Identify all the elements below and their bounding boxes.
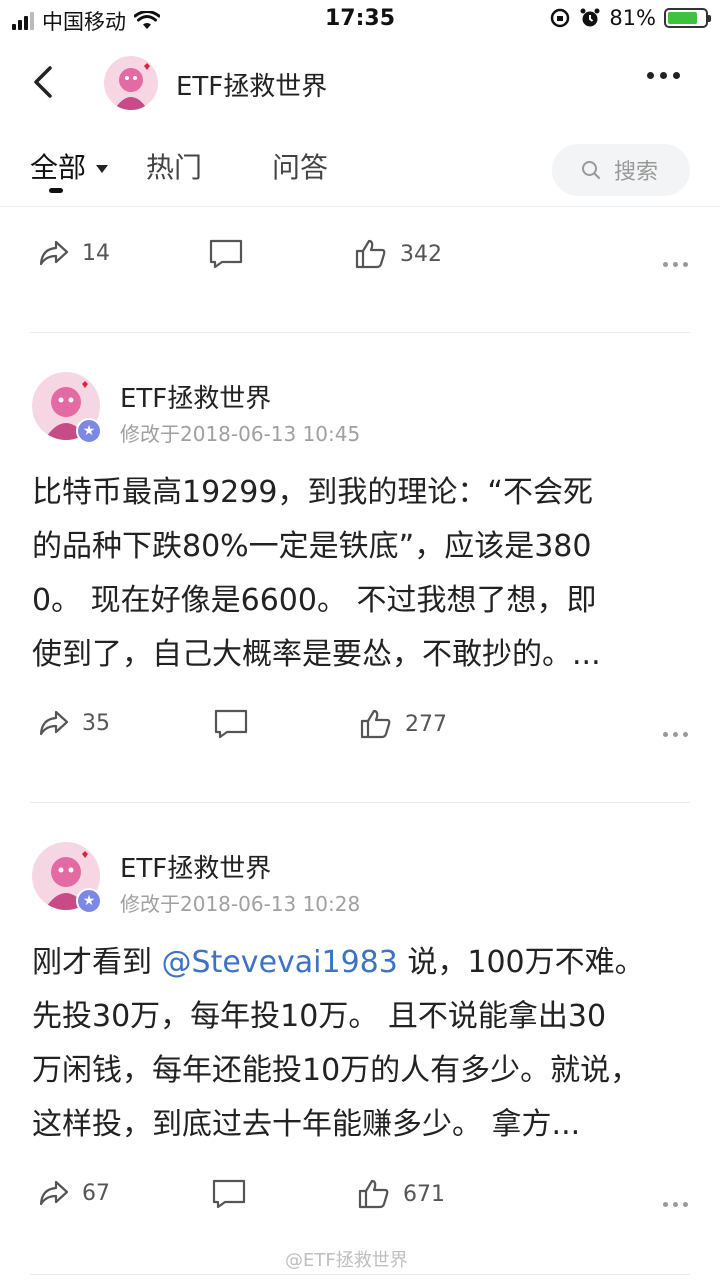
like-button[interactable]: 671 (357, 1178, 445, 1210)
tab-bar: 全部 热门 问答 搜索 (0, 128, 720, 207)
share-button[interactable]: 14 (38, 238, 110, 268)
like-button[interactable]: 342 (354, 238, 442, 270)
orientation-lock-icon (551, 8, 570, 28)
post-actions: 67 671 (0, 1178, 720, 1238)
watermark: @ETF拯救世界 (285, 1250, 408, 1271)
like-count: 277 (405, 711, 447, 737)
user-mention-link[interactable]: @Stevevai1983 (162, 945, 398, 980)
post-line: 比特币最高19299，到我的理论：“不会死 (32, 475, 593, 510)
caret-down-icon (96, 165, 109, 173)
post-body[interactable]: 比特币最高19299，到我的理论：“不会死 的品种下跌80%一定是铁底”，应该是… (32, 466, 692, 682)
tab-all-label: 全部 (30, 151, 87, 184)
post-text: 说，100万不难。 (397, 945, 645, 980)
post-line: 使到了，自己大概率是要怂，不敢抄的。... (32, 637, 601, 672)
back-arrow-icon[interactable] (28, 62, 64, 102)
divider (30, 802, 690, 803)
thumbs-up-icon (360, 709, 391, 739)
like-button[interactable]: 277 (359, 708, 447, 740)
comment-icon (212, 1179, 246, 1209)
author-name[interactable]: ETF拯救世界 (120, 378, 271, 415)
comment-button[interactable] (208, 238, 244, 270)
share-icon (39, 710, 69, 736)
post-line: 0。 现在好像是6600。 不过我想了想，即 (32, 583, 597, 618)
post-timestamp: 修改于2018-06-13 10:28 (120, 892, 361, 916)
like-count: 671 (403, 1181, 445, 1207)
page-title: ETF拯救世界 (176, 72, 328, 102)
battery-percent: 81% (609, 6, 656, 30)
search-placeholder: 搜索 (614, 160, 659, 185)
thumbs-up-icon (355, 239, 386, 269)
share-count: 67 (82, 1180, 110, 1206)
comment-icon (214, 709, 248, 739)
more-icon[interactable] (647, 72, 680, 79)
verified-badge-icon: ★ (76, 888, 102, 914)
divider (30, 1274, 690, 1275)
share-count: 35 (82, 710, 110, 736)
post-line: 的品种下跌80%一定是铁底”，应该是380 (32, 529, 592, 564)
verified-badge-icon: ★ (76, 418, 102, 444)
thumbs-up-icon (358, 1179, 389, 1209)
share-count: 14 (82, 240, 110, 266)
divider (30, 332, 690, 333)
post-timestamp: 修改于2018-06-13 10:45 (120, 422, 361, 446)
battery-icon (664, 8, 711, 28)
post-line: 这样投，到底过去十年能赚多少。 拿方... (32, 1107, 581, 1142)
comment-icon (209, 239, 243, 269)
status-bar: 中国移动 17:35 81% (0, 0, 720, 40)
post-text: 刚才看到 (32, 945, 162, 980)
tab-hot[interactable]: 热门 (146, 146, 202, 186)
tab-all[interactable]: 全部 (30, 146, 109, 186)
author-name[interactable]: ETF拯救世界 (120, 848, 271, 885)
avatar[interactable] (104, 56, 158, 110)
search-icon (582, 161, 600, 179)
like-count: 342 (400, 241, 442, 267)
tab-indicator (49, 188, 63, 193)
post-body[interactable]: 刚才看到 @Stevevai1983 说，100万不难。 先投30万，每年投10… (32, 936, 692, 1152)
nav-bar: ETF拯救世界 (0, 40, 720, 124)
post-line: 万闲钱，每年还能投10万的人有多少。就说， (32, 1053, 641, 1088)
post-line: 先投30万，每年投10万。 且不说能拿出30 (32, 999, 607, 1034)
share-icon (39, 1180, 69, 1206)
more-options-icon[interactable] (663, 1202, 688, 1207)
share-button[interactable]: 35 (38, 708, 110, 738)
more-options-icon[interactable] (663, 732, 688, 737)
post-header: ★ ETF拯救世界 修改于2018-06-13 10:45 (0, 372, 720, 452)
post-header: ★ ETF拯救世界 修改于2018-06-13 10:28 (0, 842, 720, 922)
post-actions: 35 277 (0, 708, 720, 768)
search-input[interactable]: 搜索 (552, 144, 690, 196)
comment-button[interactable] (211, 1178, 247, 1210)
post-line: 刚才看到 @Stevevai1983 说，100万不难。 (32, 936, 692, 990)
share-button[interactable]: 67 (38, 1178, 110, 1208)
post-actions: 14 342 (0, 238, 720, 298)
tab-qa[interactable]: 问答 (272, 146, 328, 186)
more-options-icon[interactable] (663, 262, 688, 267)
share-icon (39, 240, 69, 266)
alarm-icon (580, 8, 600, 27)
comment-button[interactable] (213, 708, 249, 740)
